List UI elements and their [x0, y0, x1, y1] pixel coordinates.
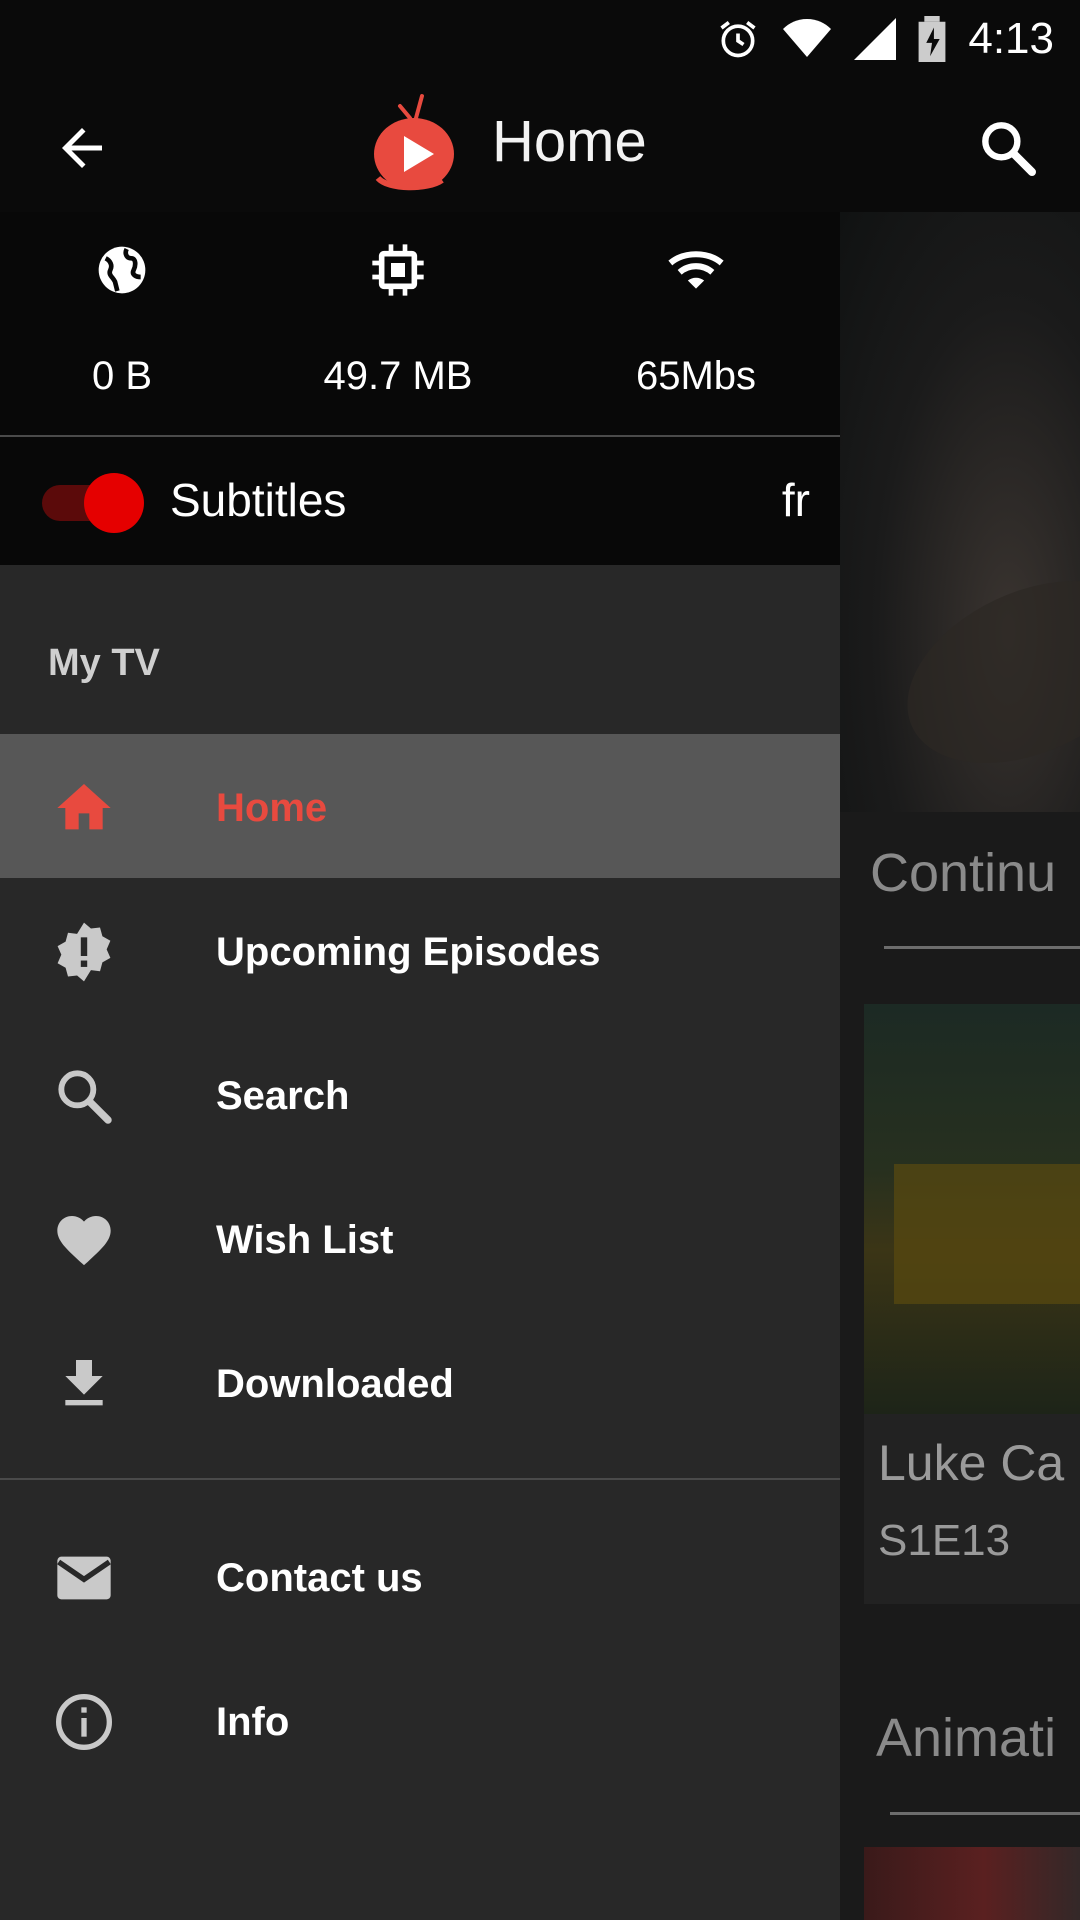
drawer-item-upcoming-episodes[interactable]: Upcoming Episodes	[0, 878, 840, 1022]
heart-icon	[52, 1208, 116, 1272]
home-content: Continu Luke Ca S1E13 Animati	[840, 212, 1080, 1920]
episode-thumbnail	[864, 1004, 1080, 1414]
section-divider	[884, 946, 1080, 949]
drawer-item-info[interactable]: Info	[0, 1648, 840, 1792]
section-header-my-tv: My TV	[48, 642, 160, 684]
drawer-item-home[interactable]: Home	[0, 734, 840, 878]
drawer-divider	[0, 1478, 840, 1480]
episode-card[interactable]: Luke Ca S1E13	[864, 1004, 1080, 1604]
cell-signal-icon	[854, 18, 897, 60]
drawer-item-downloaded[interactable]: Downloaded	[0, 1310, 840, 1454]
battery-charging-icon	[918, 16, 946, 62]
status-time: 4:13	[968, 14, 1054, 63]
drawer-item-contact-us[interactable]: Contact us	[0, 1504, 840, 1648]
subtitles-label: Subtitles	[170, 474, 347, 526]
stat-network-speed: 65Mbs	[556, 212, 836, 435]
hero-image[interactable]	[840, 212, 1080, 812]
subtitles-language[interactable]: fr	[782, 473, 810, 527]
navigation-drawer: 0 B 49.7 MB 65Mbs Subtitles fr My TV Hom…	[0, 212, 840, 1920]
drawer-item-wish-list[interactable]: Wish List	[0, 1166, 840, 1310]
globe-icon	[94, 242, 150, 298]
memory-chip-icon	[370, 242, 426, 298]
wifi-icon	[668, 242, 724, 298]
app-logo	[370, 92, 460, 196]
stat-value: 49.7 MB	[323, 354, 473, 398]
download-icon	[52, 1352, 116, 1416]
drawer-item-label: Downloaded	[216, 1362, 454, 1406]
drawer-item-label: Contact us	[216, 1556, 423, 1600]
app-bar: Home	[0, 78, 1080, 212]
stat-memory: 49.7 MB	[258, 212, 538, 435]
stat-value: 0 B	[91, 354, 153, 398]
section-divider	[890, 1812, 1080, 1815]
drawer-item-label: Info	[216, 1700, 290, 1744]
alert-badge-icon	[52, 920, 116, 984]
page-title: Home	[492, 109, 647, 174]
section-title-continue: Continu	[870, 843, 1057, 903]
subtitles-row: Subtitles fr	[0, 437, 840, 565]
stat-value: 65Mbs	[635, 354, 757, 398]
episode-number: S1E13	[878, 1516, 1011, 1565]
info-icon	[52, 1690, 116, 1754]
home-icon	[52, 776, 116, 840]
stat-data-usage: 0 B	[0, 212, 262, 435]
drawer-item-label: Home	[216, 786, 328, 830]
animation-card[interactable]	[864, 1847, 1080, 1920]
section-title-animation: Animati	[876, 1708, 1057, 1768]
drawer-item-label: Search	[216, 1074, 350, 1118]
search-icon	[52, 1064, 116, 1128]
drawer-item-label: Wish List	[216, 1218, 394, 1262]
stats-panel: 0 B 49.7 MB 65Mbs	[0, 212, 840, 437]
status-bar: 4:13	[0, 0, 1080, 78]
back-arrow-icon[interactable]	[52, 118, 112, 178]
search-icon[interactable]	[976, 116, 1040, 180]
wifi-signal-icon	[782, 19, 832, 59]
alarm-icon	[716, 17, 760, 61]
drawer-item-search[interactable]: Search	[0, 1022, 840, 1166]
subtitles-toggle[interactable]	[42, 473, 144, 533]
drawer-item-label: Upcoming Episodes	[216, 930, 601, 974]
mail-icon	[52, 1546, 116, 1610]
episode-title: Luke Ca	[878, 1435, 1065, 1491]
